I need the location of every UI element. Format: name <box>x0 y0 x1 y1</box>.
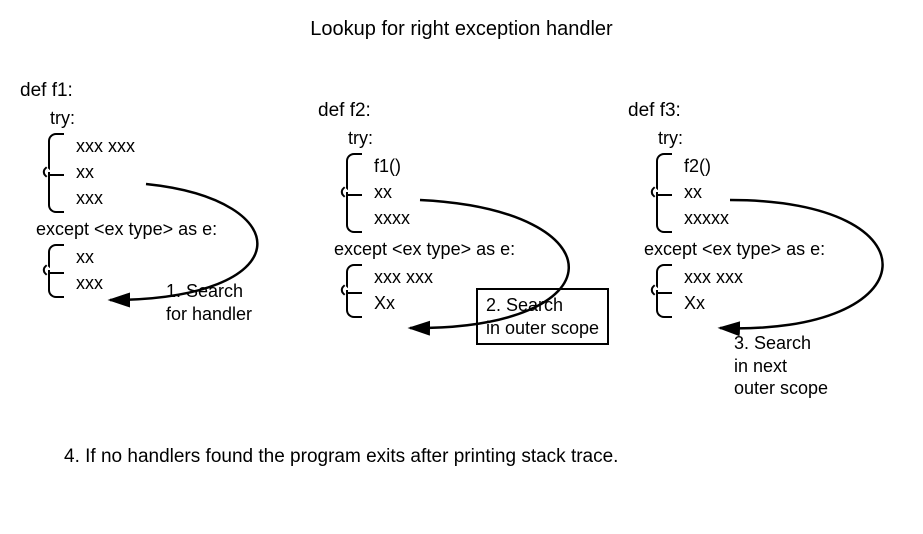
try-body-f1: xxx xxx xx xxx <box>76 133 320 211</box>
code-line: xx <box>684 179 923 205</box>
annotation-text: 1. Search <box>166 281 243 301</box>
code-line: xxx xxx <box>76 133 320 159</box>
brace-icon <box>346 264 362 316</box>
code-line: f2() <box>684 153 923 179</box>
annotation-step1: 1. Search for handler <box>166 280 252 325</box>
try-keyword: try: <box>658 128 923 149</box>
annotation-text: 3. Search <box>734 333 811 353</box>
brace-icon <box>48 133 64 211</box>
code-line: xx <box>76 244 320 270</box>
code-line: xxxx <box>374 205 618 231</box>
annotation-step3: 3. Search in next outer scope <box>734 332 828 400</box>
try-keyword: try: <box>348 128 618 149</box>
code-line: xxx xxx <box>684 264 923 290</box>
annotation-text: for handler <box>166 304 252 324</box>
except-body-f3: xxx xxx Xx <box>684 264 923 316</box>
annotation-text: 2. Search <box>486 295 563 315</box>
brace-icon <box>656 264 672 316</box>
try-body-f3: f2() xx xxxxx <box>684 153 923 231</box>
brace-icon <box>656 153 672 231</box>
annotation-box: 2. Search in outer scope <box>476 288 609 345</box>
try-keyword: try: <box>50 108 320 129</box>
footer-note: 4. If no handlers found the program exit… <box>64 446 618 468</box>
code-line: xx <box>76 159 320 185</box>
annotation-text: in next <box>734 356 787 376</box>
annotation-text: in outer scope <box>486 318 599 338</box>
function-f1: def f1: try: xxx xxx xx xxx except <ex t… <box>20 80 320 304</box>
def-f3: def f3: <box>628 100 923 122</box>
function-f3: def f3: try: f2() xx xxxxx except <ex ty… <box>628 100 923 324</box>
except-line: except <ex type> as e: <box>36 219 320 240</box>
annotation-step2: 2. Search in outer scope <box>476 288 609 345</box>
diagram-title: Lookup for right exception handler <box>0 18 923 41</box>
code-line: f1() <box>374 153 618 179</box>
code-line: xxx xxx <box>374 264 618 290</box>
except-line: except <ex type> as e: <box>334 239 618 260</box>
code-line: xxx <box>76 185 320 211</box>
brace-icon <box>48 244 64 296</box>
code-line: xxxxx <box>684 205 923 231</box>
try-body-f2: f1() xx xxxx <box>374 153 618 231</box>
def-f2: def f2: <box>318 100 618 122</box>
code-line: xx <box>374 179 618 205</box>
annotation-text: outer scope <box>734 378 828 398</box>
brace-icon <box>346 153 362 231</box>
except-line: except <ex type> as e: <box>644 239 923 260</box>
code-line: Xx <box>684 290 923 316</box>
def-f1: def f1: <box>20 80 320 102</box>
